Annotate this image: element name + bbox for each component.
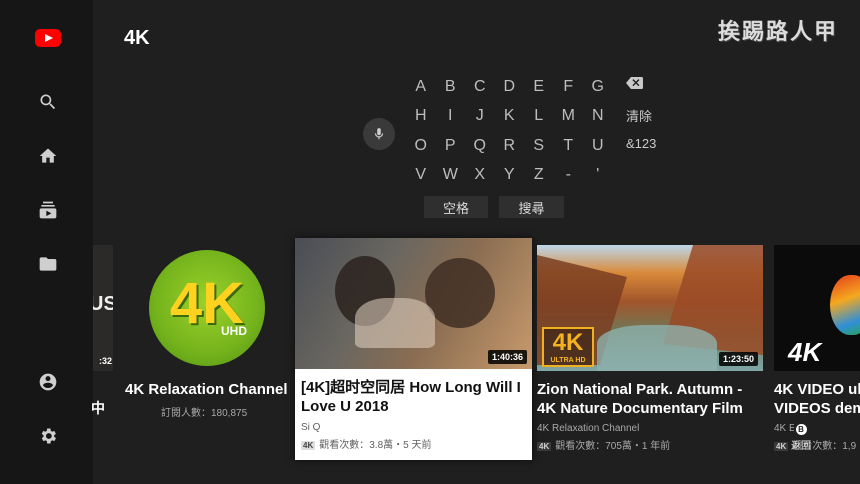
settings-icon[interactable]: [37, 425, 59, 447]
key[interactable]: B: [436, 72, 466, 102]
partial-thumb-text: US: [93, 293, 113, 315]
key[interactable]: N: [583, 102, 613, 132]
video-channel: 4K Relaxation Channel: [537, 423, 640, 434]
video-title-line1: [4K]超时空同居 How Long Will I: [301, 379, 521, 396]
on-screen-keyboard: A B C D E F G H I J K L M N O P Q R S T …: [406, 72, 613, 190]
channel-subscribers: 訂閱人數：180,875: [161, 408, 248, 419]
video-title-line1: 4K VIDEO ul: [774, 381, 860, 398]
symbols-label: &123: [626, 136, 657, 151]
video-title-line2: Love U 2018: [301, 398, 389, 415]
key[interactable]: T: [554, 131, 584, 161]
thumb-ultra-hd-text: ULTRA HD: [550, 357, 586, 364]
youtube-tv-search-screen: 4K 挨踢路人甲 A B C D E F G H I J K L M N O P…: [0, 0, 860, 484]
key[interactable]: W: [436, 161, 466, 191]
watermark: 挨踢路人甲: [717, 19, 838, 45]
key[interactable]: Q: [465, 131, 495, 161]
key[interactable]: P: [436, 131, 466, 161]
sidebar: [0, 0, 93, 484]
back-key-icon: B: [795, 424, 807, 435]
search-query-title: 4K: [124, 27, 150, 49]
video-views-age: 觀看次數：3.8萬・5 天前: [319, 440, 432, 451]
key[interactable]: A: [406, 72, 436, 102]
key[interactable]: -: [554, 161, 584, 191]
partial-title: 中: [91, 400, 105, 416]
key[interactable]: D: [495, 72, 525, 102]
video-card-focused[interactable]: 1:40:36 [4K]超时空同居 How Long Will I Love U…: [295, 238, 532, 460]
search-icon[interactable]: [37, 91, 59, 113]
key[interactable]: M: [554, 102, 584, 132]
video-title-line2: VIDEOS dem: [774, 400, 860, 417]
video-meta: 4K 觀看次數：1,9: [774, 437, 860, 452]
backspace-icon[interactable]: [626, 76, 643, 89]
thumb-4k-text: 4K: [788, 337, 822, 367]
video-meta: 4K 觀看次數：705萬・1 年前: [537, 437, 670, 452]
thumb-figure-right: [425, 258, 495, 328]
library-icon[interactable]: [37, 253, 59, 275]
video-meta: 4K 觀看次數：3.8萬・5 天前: [301, 436, 431, 451]
key[interactable]: L: [524, 102, 554, 132]
symbols-key[interactable]: &123: [626, 136, 656, 151]
key[interactable]: I: [436, 102, 466, 132]
home-icon[interactable]: [37, 145, 59, 167]
video-duration: 1:23:50: [718, 352, 758, 366]
video-title-line2: 4K Nature Documentary Film: [537, 400, 743, 417]
video-thumbnail: 4K: [774, 245, 860, 371]
key[interactable]: K: [495, 102, 525, 132]
subscriptions-icon[interactable]: [37, 199, 59, 221]
key[interactable]: R: [495, 131, 525, 161]
back-label: 返回: [791, 441, 811, 452]
channel-logo-sub: UHD: [221, 324, 247, 338]
4k-badge: 4K: [537, 442, 552, 451]
video-duration: 1:40:36: [487, 350, 527, 364]
key[interactable]: C: [465, 72, 495, 102]
key[interactable]: O: [406, 131, 436, 161]
partial-duration: :32: [98, 356, 112, 366]
clear-key[interactable]: 清除: [626, 106, 652, 125]
key[interactable]: H: [406, 102, 436, 132]
thumb-4k-badge: 4K ULTRA HD: [542, 327, 594, 367]
key[interactable]: X: [465, 161, 495, 191]
4k-badge: 4K: [301, 441, 316, 450]
channel-avatar: 4K UHD: [149, 250, 265, 366]
key[interactable]: U: [583, 131, 613, 161]
key[interactable]: V: [406, 161, 436, 191]
key[interactable]: Z: [524, 161, 554, 191]
key[interactable]: ': [583, 161, 613, 191]
thumb-faces: [355, 298, 435, 348]
partial-video-thumbnail[interactable]: US :32: [93, 245, 113, 371]
key[interactable]: G: [583, 72, 613, 102]
video-thumbnail: 4K ULTRA HD 1:23:50: [537, 245, 763, 371]
video-title-line1: Zion National Park. Autumn -: [537, 381, 743, 398]
search-key[interactable]: 搜尋: [499, 196, 564, 218]
back-hint[interactable]: B 返回: [789, 424, 813, 452]
key[interactable]: J: [465, 102, 495, 132]
youtube-logo-icon[interactable]: [35, 29, 61, 47]
key[interactable]: F: [554, 72, 584, 102]
clear-label: 清除: [626, 109, 653, 124]
key[interactable]: E: [524, 72, 554, 102]
channel-logo-text: 4K: [169, 271, 245, 336]
video-views-age: 觀看次數：705萬・1 年前: [555, 441, 671, 452]
key[interactable]: Y: [495, 161, 525, 191]
microphone-icon: [374, 128, 384, 140]
video-thumbnail: 1:40:36: [295, 238, 532, 369]
thumb-river: [597, 325, 717, 371]
voice-search-button[interactable]: [363, 118, 395, 150]
4k-badge: 4K: [774, 442, 789, 451]
key[interactable]: S: [524, 131, 554, 161]
video-channel: Si Q: [301, 422, 321, 433]
account-icon[interactable]: [37, 371, 59, 393]
channel-title: 4K Relaxation Channel: [125, 381, 288, 398]
thumb-4k-text: 4K: [552, 329, 584, 356]
thumb-parrot: [830, 275, 860, 335]
space-key[interactable]: 空格: [424, 196, 488, 218]
